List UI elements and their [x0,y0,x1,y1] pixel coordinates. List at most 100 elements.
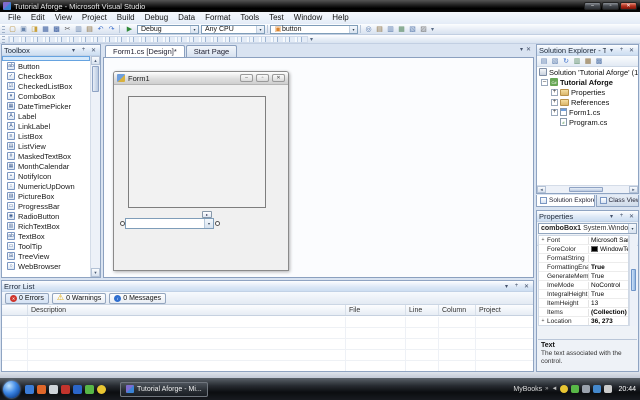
tree-item-program[interactable]: # Program.cs [537,117,638,127]
picturebox-control[interactable] [128,96,266,208]
tab-class-view[interactable]: Class View [595,195,639,207]
column-header-description[interactable]: Description [28,305,346,315]
toolbox-item[interactable]: ▦ MonthCalendar [2,161,90,171]
expand-icon[interactable]: + [539,318,547,324]
column-header-blank[interactable] [2,305,28,315]
quick-launch-icon[interactable] [73,384,82,394]
quick-launch-icon[interactable] [25,384,34,394]
menu-item[interactable]: Help [327,12,353,24]
scrollbar-thumb[interactable] [631,269,636,291]
property-row[interactable]: ItemHeight 13 [539,299,628,308]
warnings-filter-button[interactable]: ⚠ 0 Warnings [51,292,107,304]
property-value[interactable]: 13 [589,300,628,307]
property-value[interactable]: WindowTe [589,246,628,253]
save-all-icon[interactable]: ▩ [51,25,62,34]
find-combo-input[interactable]: ▣ button ▾ [270,24,358,34]
menu-item[interactable]: Tools [235,12,264,24]
menu-item[interactable]: Build [112,12,140,24]
object-selector-dropdown[interactable]: comboBox1 System.Windows.For ▾ [538,223,637,234]
taskbar-task-button[interactable]: Tutorial Aforge - Mi... [120,381,208,397]
copy-icon[interactable]: ▥ [73,25,84,34]
window-position-icon[interactable]: ▾ [607,46,616,54]
expand-icon[interactable]: + [551,108,558,116]
pin-icon[interactable]: + [79,46,88,54]
show-all-files-icon[interactable]: ▧ [550,57,560,66]
start-page-icon[interactable]: ▨ [418,25,429,34]
property-value[interactable]: True [589,264,628,271]
volume-icon[interactable] [604,385,613,393]
toolbox-item[interactable]: A LinkLabel [2,121,90,131]
close-icon[interactable]: ✕ [627,46,636,54]
start-button[interactable] [3,380,20,398]
menu-item[interactable]: View [50,12,77,24]
close-button[interactable]: ✕ [620,2,637,10]
scrollbar-thumb[interactable] [569,187,603,192]
start-debugging-icon[interactable]: ▶ [124,25,135,34]
toolbox-item[interactable]: ▨ PictureBox [2,191,90,201]
maximize-button[interactable]: ▫ [602,2,619,10]
property-row[interactable]: FormattingEna True [539,263,628,272]
toolbox-item[interactable]: ab Button [2,61,90,71]
taskbar-clock[interactable]: 20:44 [618,386,636,393]
properties-window-icon[interactable]: ▥ [385,25,396,34]
selection-handle-right[interactable] [215,221,220,226]
window-position-icon[interactable]: ▾ [502,282,511,290]
toolbar-grip[interactable] [2,35,5,43]
column-header-project[interactable]: Project [476,305,533,315]
quick-launch-icon[interactable] [49,384,58,394]
solution-explorer-header[interactable]: Solution Explorer - Tutori ▾ + ✕ [537,45,638,56]
expand-icon[interactable]: + [539,237,547,243]
designed-form-titlebar[interactable]: Form1 – ▫ ✕ [114,72,288,85]
toolbox-scrollbar[interactable]: ▲ ▼ [90,56,100,277]
tab-form1-design[interactable]: Form1.cs [Design]* [105,45,185,57]
tray-icon[interactable] [571,385,580,393]
property-value[interactable]: (Collection) [589,309,628,316]
properties-scrollbar[interactable] [629,235,637,326]
messages-filter-button[interactable]: i 0 Messages [109,292,166,304]
toolbox-item[interactable]: ○ WebBrowser [2,261,90,271]
combobox-control-selected[interactable]: ▾ ▸ [120,211,220,229]
properties-icon[interactable]: ▤ [539,57,549,66]
quick-launch-icon[interactable] [85,384,94,394]
close-icon[interactable]: ✕ [522,282,531,290]
quick-launch-icon[interactable] [61,384,70,394]
save-icon[interactable]: ▦ [40,25,51,34]
menu-item[interactable]: Format [200,12,235,24]
solution-explorer-hscrollbar[interactable]: ◄ ► [537,185,638,193]
toolbox-item[interactable]: ▾ ComboBox [2,91,90,101]
column-header-column[interactable]: Column [439,305,476,315]
toolbox-item[interactable]: ▭ ProgressBar [2,201,90,211]
pin-icon[interactable]: + [617,212,626,220]
column-header-line[interactable]: Line [406,305,439,315]
refresh-icon[interactable]: ↻ [561,57,571,66]
toolbar-overflow-icon[interactable]: ▾ [431,26,434,33]
toolbox-icon[interactable]: ▧ [407,25,418,34]
menu-item[interactable]: Test [264,12,289,24]
close-icon[interactable]: ✕ [627,212,636,220]
collapse-icon[interactable]: – [541,78,548,86]
paste-icon[interactable]: ▤ [84,25,95,34]
property-row[interactable]: GenerateMemb True [539,272,628,281]
layout-toolbar-icons[interactable] [8,35,308,43]
menu-item[interactable]: Edit [26,12,50,24]
quick-launch-icon[interactable] [97,384,106,394]
property-row[interactable]: Items (Collection) [539,308,628,317]
scroll-left-icon[interactable]: ◄ [537,186,546,193]
toolbox-item[interactable]: ↕ NumericUpDown [2,181,90,191]
tree-item-references[interactable]: + References [537,97,638,107]
toolbox-item[interactable]: ☑ CheckedListBox [2,81,90,91]
error-list-body[interactable] [2,317,533,371]
toolbox-item[interactable]: ≡ ListBox [2,131,90,141]
scroll-down-icon[interactable]: ▼ [91,268,100,277]
errors-filter-button[interactable]: ✕ 0 Errors [5,292,49,304]
property-row[interactable]: + Font Microsoft Sans S [539,236,628,245]
property-value[interactable]: True [589,291,628,298]
property-value[interactable]: 36, 273 [589,318,628,325]
tray-icon[interactable] [582,385,591,393]
tray-icon[interactable] [593,385,602,393]
toolbox-item[interactable]: ▤ ListView [2,141,90,151]
cut-icon[interactable]: ✂ [62,25,73,34]
toolbar-grip[interactable] [2,25,5,33]
toolbar-chevron-icon[interactable]: » [545,386,548,392]
show-hidden-icons-icon[interactable]: ◄ [552,386,558,392]
